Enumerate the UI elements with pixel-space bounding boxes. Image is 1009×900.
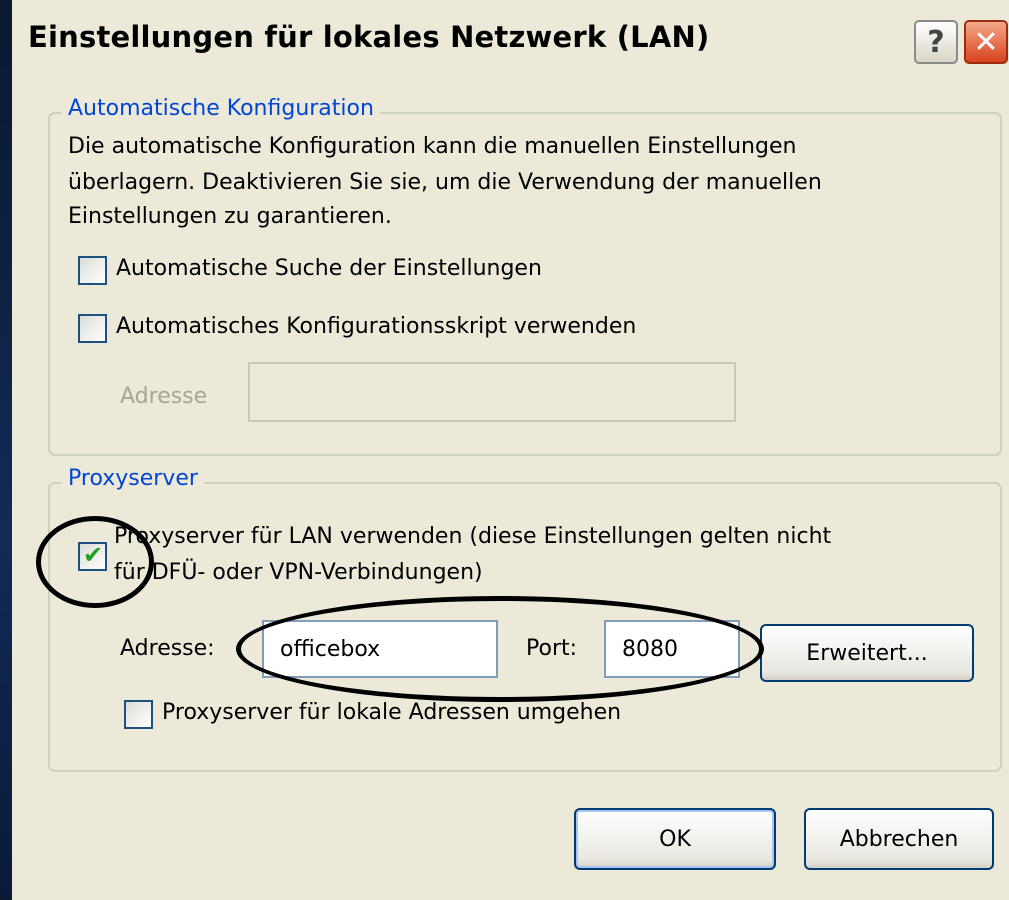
lan-settings-dialog: Einstellungen für lokales Netzwerk (LAN)… — [12, 0, 1009, 900]
proxy-address-label: Adresse: — [120, 636, 215, 661]
auto-script-label[interactable]: Automatisches Konfigurationsskript verwe… — [116, 310, 636, 344]
use-proxy-label-line-2[interactable]: für DFÜ- oder VPN-Verbindungen) — [114, 556, 483, 590]
advanced-button[interactable]: Erweitert... — [760, 624, 974, 682]
bypass-local-label[interactable]: Proxyserver für lokale Adressen umgehen — [162, 696, 621, 730]
auto-script-checkbox[interactable] — [78, 314, 107, 343]
auto-script-address-label: Adresse — [120, 384, 208, 409]
close-button[interactable]: ✕ — [964, 20, 1008, 64]
title-bar[interactable]: Einstellungen für lokales Netzwerk (LAN)… — [12, 0, 1009, 92]
auto-detect-label[interactable]: Automatische Suche der Einstellungen — [116, 252, 542, 286]
bypass-local-checkbox[interactable] — [124, 700, 153, 729]
close-icon: ✕ — [973, 24, 999, 60]
dialog-title: Einstellungen für lokales Netzwerk (LAN) — [28, 20, 710, 54]
auto-config-description-line-1: Die automatische Konfiguration kann die … — [68, 134, 797, 159]
help-button[interactable]: ? — [914, 20, 958, 64]
ok-button[interactable]: OK — [574, 808, 776, 870]
cancel-button[interactable]: Abbrechen — [804, 808, 994, 870]
proxy-port-field[interactable]: 8080 — [604, 620, 740, 678]
auto-detect-checkbox[interactable] — [78, 256, 107, 285]
checkmark-icon: ✔ — [83, 541, 104, 569]
auto-script-address-field[interactable] — [248, 362, 736, 422]
use-proxy-label-line-1[interactable]: Proxyserver für LAN verwenden (diese Ein… — [114, 520, 831, 554]
proxy-address-field[interactable]: officebox — [262, 620, 498, 678]
help-icon: ? — [927, 24, 945, 60]
auto-config-legend: Automatische Konfiguration — [62, 96, 380, 121]
auto-config-description-line-3: Einstellungen zu garantieren. — [68, 204, 392, 229]
use-proxy-checkbox[interactable]: ✔ — [78, 541, 107, 571]
proxy-port-label: Port: — [526, 636, 578, 661]
auto-config-description-line-2: überlagern. Deaktivieren Sie sie, um die… — [68, 170, 822, 195]
proxy-legend: Proxyserver — [62, 466, 204, 491]
